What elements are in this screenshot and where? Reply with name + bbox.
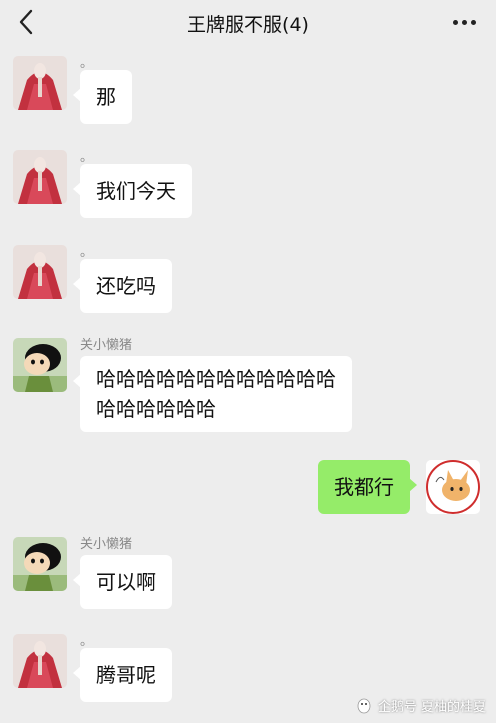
avatar[interactable]	[13, 245, 67, 299]
red-robe-avatar-icon	[13, 150, 67, 204]
message-line: 哈哈哈哈哈哈	[96, 397, 216, 421]
avatar[interactable]	[13, 338, 67, 392]
chat-title: 王牌服不服(4)	[187, 13, 309, 36]
sender-name: 关小懒猪	[80, 338, 133, 353]
message-bubble[interactable]: 我都行	[318, 460, 417, 514]
penguin-logo-icon	[357, 698, 371, 713]
message-bubble[interactable]: 那	[73, 70, 132, 124]
cartoon-cat-avatar-icon	[426, 460, 480, 514]
avatar[interactable]	[13, 150, 67, 204]
red-robe-avatar-icon	[13, 56, 67, 110]
back-button[interactable]	[12, 6, 40, 38]
message-bubble[interactable]: 哈哈哈哈哈哈哈哈哈哈哈哈 哈哈哈哈哈哈	[73, 356, 352, 432]
sender-name: 。	[80, 56, 94, 71]
sender-name: 关小懒猪	[80, 537, 133, 552]
message-bubble[interactable]: 我们今天	[73, 164, 192, 218]
more-options-button[interactable]	[448, 8, 480, 36]
message-bubble[interactable]: 腾哥呢	[73, 648, 172, 702]
sender-name: 。	[80, 634, 94, 649]
avatar[interactable]	[13, 634, 67, 688]
red-robe-avatar-icon	[13, 245, 67, 299]
sender-name: 。	[80, 150, 94, 165]
message-bubble[interactable]: 可以啊	[73, 555, 172, 609]
sender-name: 。	[80, 245, 94, 260]
cartoon-boy-avatar-icon	[13, 338, 67, 392]
watermark: 企鹅号 夏柚的桂夏	[356, 696, 486, 715]
cartoon-boy-avatar-icon	[13, 537, 67, 591]
more-dots-icon	[452, 19, 458, 25]
avatar-self[interactable]	[426, 460, 480, 514]
red-robe-avatar-icon	[13, 634, 67, 688]
watermark-text: 企鹅号 夏柚的桂夏	[377, 700, 486, 715]
avatar[interactable]	[13, 537, 67, 591]
chat-header: 王牌服不服(4)	[0, 0, 496, 46]
message-line: 哈哈哈哈哈哈哈哈哈哈哈哈	[96, 367, 336, 391]
message-bubble[interactable]: 还吃吗	[73, 259, 172, 313]
avatar[interactable]	[13, 56, 67, 110]
back-arrow-icon	[19, 9, 33, 35]
